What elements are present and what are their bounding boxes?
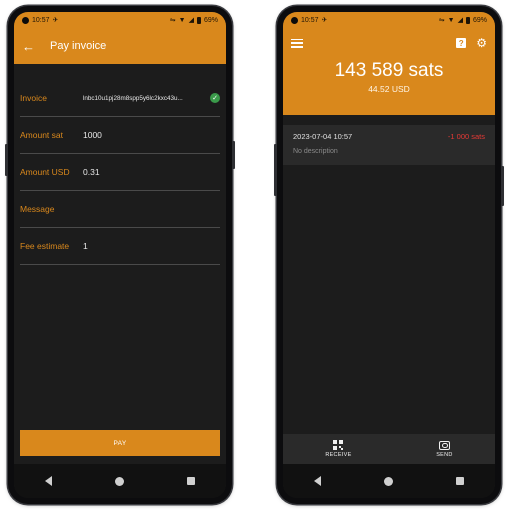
page-title: Pay invoice [50,40,107,52]
battery-level: 69% [472,16,487,24]
app-bar: ← Pay invoice [14,28,226,64]
wifi-icon: ▼ [178,16,186,24]
transaction-amount: -1 000 sats [447,132,485,141]
link-icon: ⇋ [169,16,176,24]
nav-back-icon[interactable] [45,476,53,486]
invoice-value[interactable]: lnbc10u1pj28m8spp5y6lc2kxc43u... [83,95,210,102]
nav-recents-icon[interactable] [186,477,195,485]
message-label: Message [20,204,55,214]
amount-sat-label: Amount sat [20,130,63,140]
battery-icon [196,16,201,24]
send-button[interactable]: SEND [436,440,453,458]
transaction-item[interactable]: 2023-07-04 10:57 -1 000 sats No descript… [283,125,495,165]
volume-button [274,144,277,196]
pay-button[interactable]: PAY [20,430,220,456]
help-icon[interactable]: ? [456,38,467,48]
back-arrow-icon[interactable]: ← [22,40,42,53]
nav-recents-icon[interactable] [455,477,464,485]
amount-sat-row[interactable]: Amount sat 1000 [20,117,220,154]
receive-label: RECEIVE [325,452,352,458]
invoice-form: Invoice lnbc10u1pj28m8spp5y6lc2kxc43u...… [14,64,226,265]
camera-icon [438,440,450,450]
power-button [232,141,235,169]
battery-level: 69% [203,16,218,24]
balance-usd: 44.52 USD [368,84,410,94]
link-icon: ⇋ [438,16,445,24]
status-bar: 10:57 ✈ ⇋ ▼ ◢ 69% [283,12,495,28]
battery-icon [465,16,470,24]
phone-left: 10:57 ✈ ⇋ ▼ ◢ 69% ← Pay invoice Invoice … [5,6,235,504]
qr-code-icon [333,440,344,450]
status-time: 10:57 [301,16,319,24]
system-nav-bar [14,464,226,498]
status-bar: 10:57 ✈ ⇋ ▼ ◢ 69% [14,12,226,28]
invoice-label: Invoice [20,93,47,103]
transaction-date: 2023-07-04 10:57 [293,132,353,141]
nav-back-icon[interactable] [314,476,322,486]
nav-home-icon[interactable] [383,476,393,486]
header-toolbar: ? ⚙ [283,28,495,58]
system-nav-bar [283,464,495,498]
status-time: 10:57 [32,16,50,24]
balance-header: 10:57 ✈ ⇋ ▼ ◢ 69% ? ⚙ 143 589 sats 44.52… [283,12,495,115]
signal-icon: ◢ [457,16,463,24]
top-bar: 10:57 ✈ ⇋ ▼ ◢ 69% ← Pay invoice [14,12,226,64]
gear-icon[interactable]: ⚙ [476,37,487,49]
balance-sats: 143 589 sats [334,60,444,81]
wifi-icon: ▼ [447,16,455,24]
invoice-row[interactable]: Invoice lnbc10u1pj28m8spp5y6lc2kxc43u...… [20,80,220,117]
notification-icon: ✈ [52,16,59,24]
menu-icon[interactable] [291,38,303,48]
amount-usd-row[interactable]: Amount USD 0.31 [20,154,220,191]
receive-button[interactable]: RECEIVE [325,440,351,458]
phone-right: 10:57 ✈ ⇋ ▼ ◢ 69% ? ⚙ 143 589 sats 44.52… [274,6,504,504]
amount-usd-label: Amount USD [20,167,70,177]
camera-cutout [22,16,29,24]
message-row[interactable]: Message [20,191,220,228]
bottom-action-bar: RECEIVE SEND [283,434,495,464]
transaction-description: No description [293,148,338,155]
power-button [501,166,504,206]
send-label: SEND [436,451,453,458]
volume-button [5,144,8,176]
check-icon: ✓ [210,93,220,103]
amount-usd-value[interactable]: 0.31 [83,167,220,177]
amount-sat-value[interactable]: 1000 [83,130,220,140]
nav-home-icon[interactable] [114,476,124,486]
camera-cutout [291,16,298,24]
fee-estimate-row[interactable]: Fee estimate 1 [20,228,220,265]
wallet-screen: 10:57 ✈ ⇋ ▼ ◢ 69% ? ⚙ 143 589 sats 44.52… [283,12,495,498]
signal-icon: ◢ [188,16,194,24]
pay-invoice-screen: 10:57 ✈ ⇋ ▼ ◢ 69% ← Pay invoice Invoice … [14,12,226,498]
notification-icon: ✈ [321,16,328,24]
fee-estimate-label: Fee estimate [20,241,70,251]
fee-estimate-value[interactable]: 1 [83,241,220,251]
